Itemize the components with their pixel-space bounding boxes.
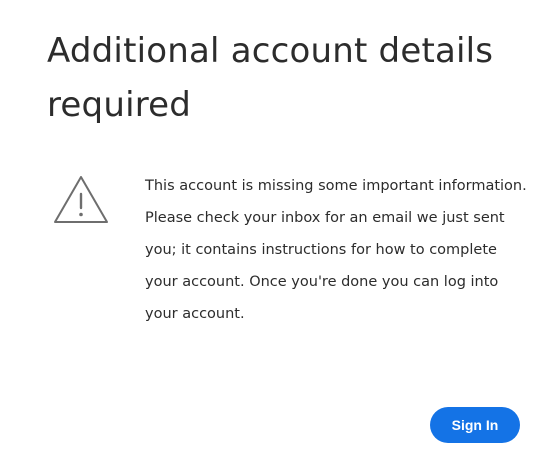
dialog-message: This account is missing some important i… (145, 178, 527, 322)
dialog-title: Additional account details required (47, 31, 494, 125)
sign-in-button[interactable]: Sign In (430, 407, 520, 443)
alert-triangle-icon (50, 172, 112, 228)
account-details-dialog: Additional account details required This… (0, 0, 534, 453)
